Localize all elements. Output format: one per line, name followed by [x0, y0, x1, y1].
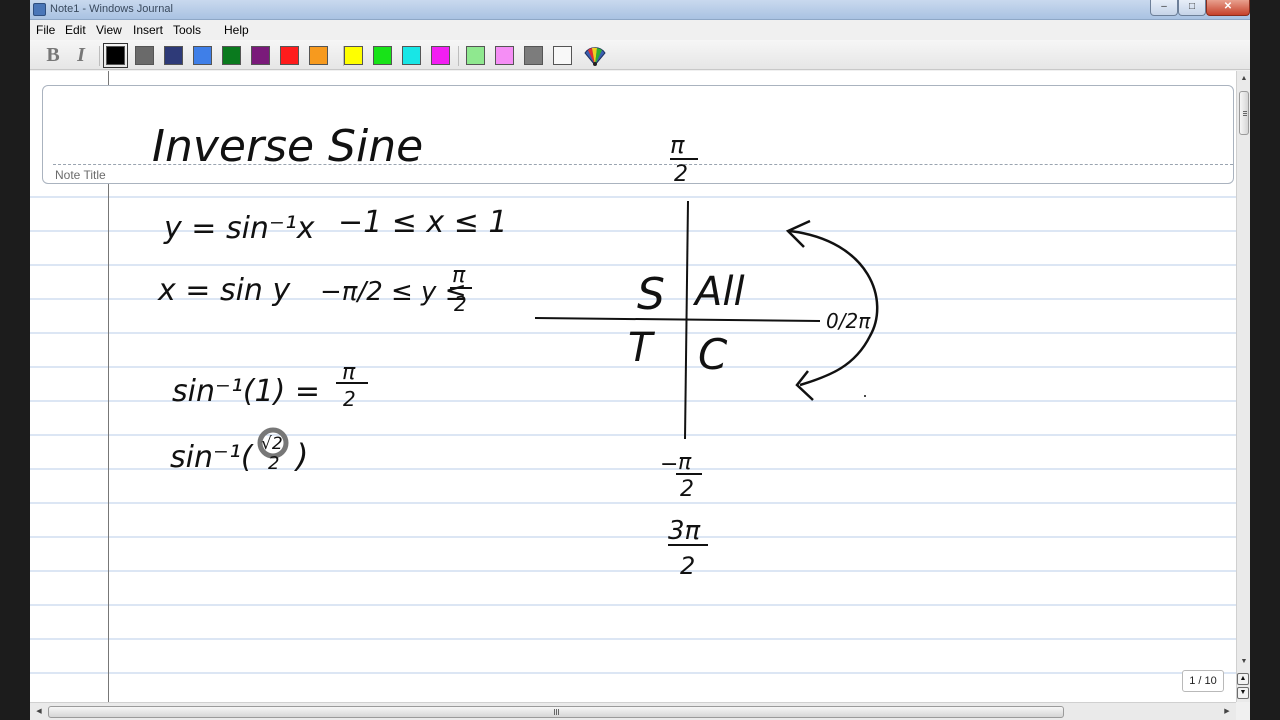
pen-color-blue[interactable] [193, 46, 212, 65]
journal-app-icon [33, 3, 46, 16]
scroll-down-arrow[interactable]: ▼ [1237, 656, 1251, 668]
horizontal-scrollbar[interactable]: ◀ ▶ [30, 702, 1236, 720]
page-indicator: 1 / 10 [1182, 670, 1224, 692]
toolbar-separator [343, 46, 344, 66]
vertical-scrollbar[interactable]: ▲ ▼ [1236, 71, 1250, 702]
previous-page-button[interactable]: ▲ [1237, 673, 1249, 685]
horizontal-scroll-thumb[interactable] [48, 706, 1064, 718]
journal-window: Note1 - Windows Journal – □ ✕ File Edit … [30, 0, 1250, 720]
pen-color-red[interactable] [280, 46, 299, 65]
close-button[interactable]: ✕ [1206, 0, 1250, 16]
window-title: Note1 - Windows Journal [50, 3, 173, 15]
next-page-button[interactable]: ▼ [1237, 687, 1249, 699]
pen-palette-icon[interactable] [583, 45, 607, 67]
italic-button[interactable]: I [70, 44, 92, 66]
vertical-scroll-thumb[interactable] [1239, 91, 1249, 135]
toolbar-separator [458, 46, 459, 66]
pen-color-purple[interactable] [251, 46, 270, 65]
menu-file[interactable]: File [36, 23, 55, 37]
left-bezel [0, 0, 30, 720]
pen-color-black[interactable] [103, 43, 128, 68]
note-title-label: Note Title [55, 168, 106, 182]
title-rule [53, 164, 1233, 165]
pen-color-green[interactable] [222, 46, 241, 65]
scroll-up-arrow[interactable]: ▲ [1237, 73, 1251, 85]
menu-edit[interactable]: Edit [65, 23, 86, 37]
toolbar: B I [30, 40, 1250, 70]
menu-tools[interactable]: Tools [173, 23, 201, 37]
pen-color-pink[interactable] [495, 46, 514, 65]
scroll-right-arrow[interactable]: ▶ [1220, 705, 1234, 719]
title-bar: Note1 - Windows Journal – □ ✕ [30, 0, 1250, 20]
menu-view[interactable]: View [96, 23, 122, 37]
pen-color-gray[interactable] [135, 46, 154, 65]
menu-insert[interactable]: Insert [133, 23, 163, 37]
pen-color-light-green[interactable] [466, 46, 485, 65]
pen-color-white[interactable] [553, 46, 572, 65]
right-bezel [1250, 0, 1280, 720]
scroll-left-arrow[interactable]: ◀ [32, 705, 46, 719]
maximize-button[interactable]: □ [1178, 0, 1206, 16]
pen-color-yellow[interactable] [344, 46, 363, 65]
minimize-button[interactable]: – [1150, 0, 1178, 16]
menu-help[interactable]: Help [224, 23, 249, 37]
pen-color-bright-green[interactable] [373, 46, 392, 65]
note-title-area[interactable]: Note Title [42, 85, 1234, 184]
pen-color-magenta[interactable] [431, 46, 450, 65]
pen-color-orange[interactable] [309, 46, 328, 65]
pen-color-dark-gray[interactable] [524, 46, 543, 65]
pen-color-cyan[interactable] [402, 46, 421, 65]
note-page[interactable]: Note Title Inverse Sine y = sin⁻¹x −1 ≤ … [30, 71, 1236, 702]
menu-bar: File Edit View Insert Tools Help [30, 20, 1250, 40]
pen-color-navy[interactable] [164, 46, 183, 65]
bold-button[interactable]: B [42, 44, 64, 66]
toolbar-separator [99, 46, 100, 66]
